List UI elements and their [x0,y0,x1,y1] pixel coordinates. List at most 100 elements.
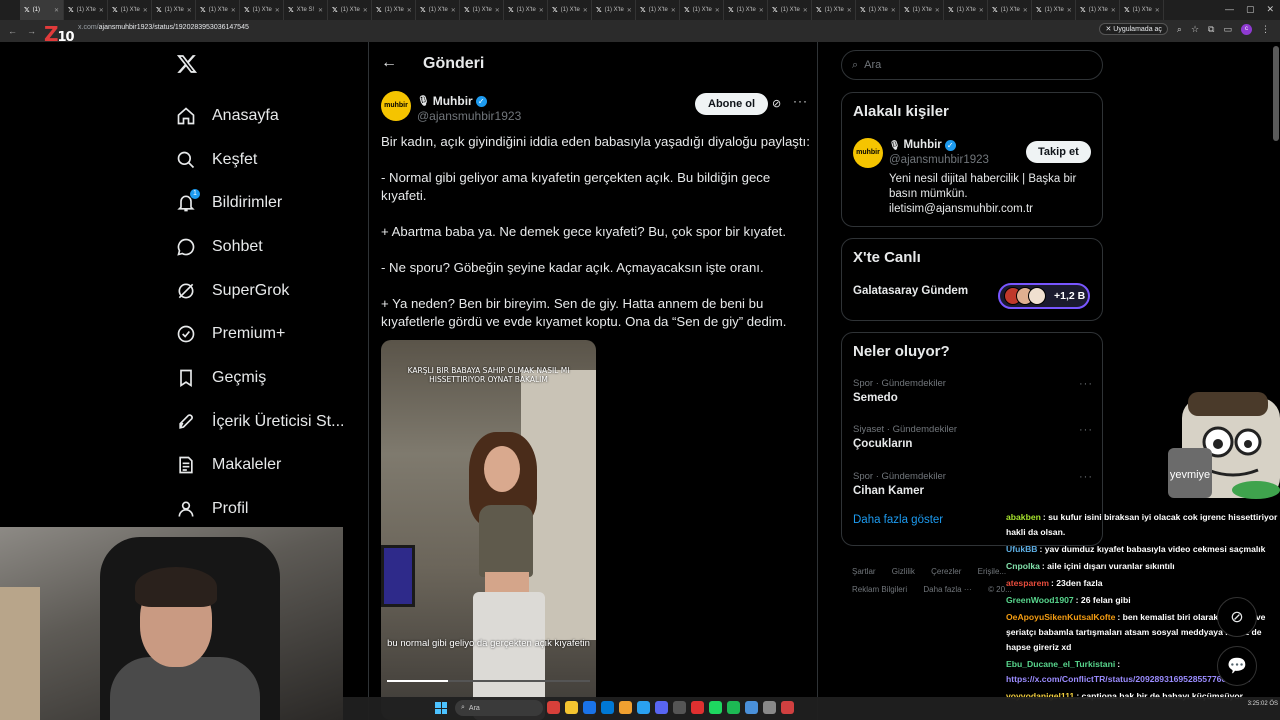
maximize-icon[interactable]: ▢ [1246,4,1255,15]
browser-tab[interactable]: 𝕏 (1) X'te ✕ [1032,0,1076,20]
close-icon[interactable]: ✕ [715,7,720,14]
follow-button[interactable]: Takip et [1026,141,1091,163]
browser-tab[interactable]: 𝕏 (1) X'te ✕ [900,0,944,20]
close-icon[interactable]: ✕ [495,7,500,14]
scrollbar-thumb[interactable] [1273,46,1279,141]
zoom-icon[interactable]: ⌕ [1177,24,1182,35]
search-input[interactable]: ⌕ Ara [841,50,1103,80]
footer-link[interactable]: Çerezler [931,567,961,576]
sidebar-item-notifications[interactable]: 1 Bildirimler [176,181,344,225]
taskbar-app-icon[interactable] [709,701,722,714]
author-name[interactable]: 🎙 Muhbir ✓ [417,94,487,108]
browser-tab-active[interactable]: 𝕏 (1) ✕ [20,0,64,20]
footer-link[interactable]: Şartlar [852,567,876,576]
browser-tab[interactable]: 𝕏 (1) X'te ✕ [768,0,812,20]
close-icon[interactable]: ✕ [979,7,984,14]
close-icon[interactable]: ✕ [1067,7,1072,14]
chat-username[interactable]: abakben [1006,512,1041,522]
browser-tab[interactable]: 𝕏 (1) X'te ✕ [108,0,152,20]
open-in-app-button[interactable]: ✕ Uygulamada aç [1099,23,1168,35]
forward-icon[interactable]: → [27,26,36,36]
browser-tab[interactable]: 𝕏 (1) X'te ✕ [460,0,504,20]
grok-fab-button[interactable]: ⊘ [1217,597,1257,637]
trend-item[interactable]: Spor · Gündemdekiler Semedo ··· [853,378,1093,404]
browser-tab[interactable]: 𝕏 (1) X'te ✕ [1120,0,1164,20]
browser-tab[interactable]: 𝕏 (1) X'te ✕ [328,0,372,20]
profile-avatar-icon[interactable]: c [1241,23,1252,35]
url-field[interactable]: x.com/ajansmuhbir1923/status/19202839530… [78,24,249,31]
minimize-icon[interactable]: — [1225,4,1234,15]
close-icon[interactable]: ✕ [407,7,412,14]
close-icon[interactable]: ✕ [891,7,896,14]
avatar[interactable]: muhbir [853,138,883,168]
taskbar-app-icon[interactable] [781,701,794,714]
browser-tab[interactable]: 𝕏 (1) X'te ✕ [680,0,724,20]
browser-tab[interactable]: 𝕏 (1) X'te ✕ [548,0,592,20]
footer-link[interactable]: Erişile... [978,567,1006,576]
taskbar-app-icon[interactable] [547,701,560,714]
close-icon[interactable]: ✕ [803,7,808,14]
related-name[interactable]: 🎙 Muhbir ✓ [889,139,956,151]
chat-username[interactable]: OeApoyuSikenKutsalKofte [1006,612,1115,622]
more-options-icon[interactable]: ··· [1079,378,1093,390]
live-topic[interactable]: Galatasaray Gündem [853,285,968,297]
close-icon[interactable]: ✕ [539,7,544,14]
browser-tab[interactable]: 𝕏 X'te S! ✕ [284,0,328,20]
sidebar-item-supergrok[interactable]: SuperGrok [176,269,344,313]
taskbar-app-icon[interactable] [583,701,596,714]
browser-tab[interactable]: 𝕏 (1) X'te ✕ [64,0,108,20]
back-arrow-icon[interactable]: ← [381,54,397,72]
video-progress-bar[interactable] [387,680,590,682]
chat-username[interactable]: UfukBB [1006,544,1038,554]
browser-tab[interactable]: 𝕏 (1) X'te ✕ [240,0,284,20]
sidebar-item-articles[interactable]: Makaleler [176,444,344,488]
taskbar-search[interactable]: ⌕ Ara [455,700,543,716]
sidebar-item-explore[interactable]: Keşfet [176,138,344,182]
sidebar-item-premium[interactable]: Premium+ [176,312,344,356]
more-options-icon[interactable]: ··· [793,94,808,108]
page-scrollbar[interactable] [1272,42,1280,142]
extensions-icon[interactable]: ⧉ [1208,24,1214,35]
sidebar-item-history[interactable]: Geçmiş [176,356,344,400]
close-icon[interactable]: ✕ [231,7,236,14]
taskbar-app-icon[interactable] [763,701,776,714]
sidebar-item-creator-studio[interactable]: İçerik Üreticisi St... [176,400,344,444]
related-handle[interactable]: @ajansmuhbir1923 [889,154,989,166]
author-handle[interactable]: @ajansmuhbir1923 [417,109,521,123]
trend-item[interactable]: Spor · Gündemdekiler Cihan Kamer ··· [853,471,1093,497]
browser-tab[interactable]: 𝕏 (1) X'te ✕ [504,0,548,20]
browser-tab[interactable]: 𝕏 (1) X'te ✕ [592,0,636,20]
star-icon[interactable]: ☆ [1191,24,1199,35]
back-icon[interactable]: ← [8,26,17,36]
browser-tab[interactable]: 𝕏 (1) X'te ✕ [416,0,460,20]
close-icon[interactable]: ✕ [1023,7,1028,14]
taskbar-app-icon[interactable] [727,701,740,714]
close-icon[interactable]: ✕ [143,7,148,14]
taskbar-app-icon[interactable] [745,701,758,714]
close-icon[interactable]: ✕ [627,7,632,14]
close-icon[interactable]: ✕ [847,7,852,14]
trend-item[interactable]: Siyaset · Gündemdekiler Çocukların ··· [853,424,1093,450]
close-icon[interactable]: ✕ [1155,7,1160,14]
live-listeners-pill[interactable]: +1,2 B [998,283,1090,309]
sidebar-item-chat[interactable]: Sohbet [176,225,344,269]
close-icon[interactable]: ✕ [451,7,456,14]
windows-start-icon[interactable] [435,702,447,714]
browser-tab[interactable]: 𝕏 (1) X'te ✕ [724,0,768,20]
subscribe-button[interactable]: Abone ol [695,93,769,115]
author-avatar[interactable]: muhbir [381,91,411,121]
messages-fab-button[interactable]: 💬 [1217,646,1257,686]
close-icon[interactable]: ✕ [759,7,764,14]
taskbar-app-icon[interactable] [619,701,632,714]
chat-username[interactable]: atesparem [1006,578,1049,588]
close-icon[interactable]: ✕ [99,7,104,14]
browser-tab[interactable]: 𝕏 (1) X'te ✕ [856,0,900,20]
taskbar-app-icon[interactable] [691,701,704,714]
sidebar-icon[interactable]: ▭ [1223,24,1232,35]
browser-tab[interactable]: 𝕏 (1) X'te ✕ [944,0,988,20]
show-more-link[interactable]: Daha fazla göster [853,514,943,526]
close-icon[interactable]: ✕ [187,7,192,14]
taskbar-app-icon[interactable] [655,701,668,714]
close-icon[interactable]: ✕ [54,7,59,14]
chat-username[interactable]: Cnpolka [1006,561,1040,571]
